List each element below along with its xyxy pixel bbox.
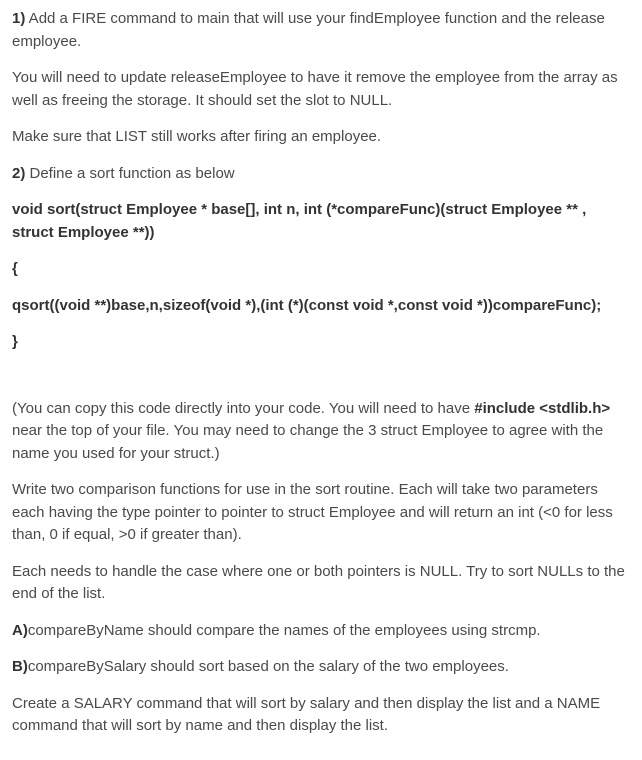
paragraph-3: Make sure that LIST still works after fi… bbox=[12, 126, 630, 149]
paragraph-10: Create a SALARY command that will sort b… bbox=[12, 693, 630, 738]
label-b: B) bbox=[12, 658, 28, 675]
label-2: 2) bbox=[12, 165, 25, 182]
paragraph-7: Each needs to handle the case where one … bbox=[12, 561, 630, 606]
text-5-post: near the top of your file. You may need … bbox=[12, 422, 603, 462]
paragraph-1: 1) Add a FIRE command to main that will … bbox=[12, 8, 630, 53]
code-close-brace: } bbox=[12, 331, 630, 354]
paragraph-5: (You can copy this code directly into yo… bbox=[12, 398, 630, 466]
paragraph-9: B)compareBySalary should sort based on t… bbox=[12, 656, 630, 679]
text-5-pre: (You can copy this code directly into yo… bbox=[12, 400, 474, 417]
spacer bbox=[12, 368, 630, 398]
text-8: compareByName should compare the names o… bbox=[28, 622, 541, 639]
paragraph-2: You will need to update releaseEmployee … bbox=[12, 67, 630, 112]
text-4: Define a sort function as below bbox=[25, 165, 234, 182]
paragraph-8: A)compareByName should compare the names… bbox=[12, 620, 630, 643]
label-a: A) bbox=[12, 622, 28, 639]
code-signature: void sort(struct Employee * base[], int … bbox=[12, 199, 630, 244]
text-5-bold: #include <stdlib.h> bbox=[474, 400, 610, 417]
paragraph-4: 2) Define a sort function as below bbox=[12, 163, 630, 186]
label-1: 1) bbox=[12, 10, 25, 27]
text-1: Add a FIRE command to main that will use… bbox=[12, 10, 605, 50]
paragraph-6: Write two comparison functions for use i… bbox=[12, 479, 630, 547]
text-9: compareBySalary should sort based on the… bbox=[28, 658, 509, 675]
code-open-brace: { bbox=[12, 258, 630, 281]
code-body: qsort((void **)base,n,sizeof(void *),(in… bbox=[12, 295, 630, 318]
